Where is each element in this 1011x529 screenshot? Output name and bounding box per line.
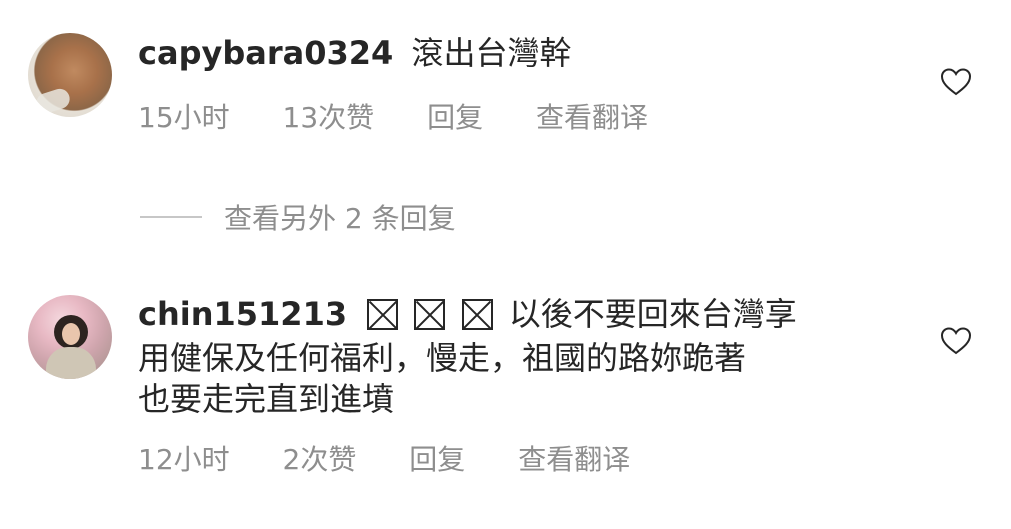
boxed-glyph	[367, 299, 399, 330]
view-more-replies-button[interactable]: 查看另外 2 条回复	[140, 197, 456, 237]
like-count[interactable]: 13次赞	[283, 96, 375, 136]
heart-icon[interactable]	[940, 326, 972, 356]
comment-text: 滾出台灣幹	[411, 34, 572, 72]
comment-time: 12小时	[138, 443, 230, 476]
divider	[140, 216, 202, 218]
avatar[interactable]	[28, 33, 112, 117]
comment-body: capybara0324 滾出台灣幹	[138, 35, 571, 71]
heart-icon[interactable]	[940, 67, 972, 97]
view-more-replies-label: 查看另外 2 条回复	[224, 202, 456, 235]
boxed-glyph	[414, 299, 446, 330]
comment-text: 以後不要回來台灣享	[508, 295, 797, 333]
see-translation-button[interactable]: 查看翻译	[518, 438, 630, 478]
reply-button[interactable]: 回复	[427, 96, 483, 136]
comment-username[interactable]: capybara0324	[138, 34, 393, 72]
comment-body-line1: chin151213 以後不要回來台灣享	[138, 296, 797, 332]
comment-time: 15小时	[138, 101, 230, 134]
comment-text-line2: 用健保及任何福利，慢走，祖國的路妳跪著	[138, 339, 747, 377]
comment-meta: 12小时 2次赞 回复 查看翻译	[138, 438, 630, 478]
avatar[interactable]	[28, 295, 112, 379]
reply-button[interactable]: 回复	[409, 438, 465, 478]
see-translation-button[interactable]: 查看翻译	[536, 96, 648, 136]
comment-text-line3: 也要走完直到進墳	[138, 380, 395, 418]
boxed-glyph	[461, 299, 493, 330]
comment-username[interactable]: chin151213	[138, 295, 347, 333]
comment-meta: 15小时 13次赞 回复 查看翻译	[138, 96, 648, 136]
like-count[interactable]: 2次赞	[283, 438, 357, 478]
